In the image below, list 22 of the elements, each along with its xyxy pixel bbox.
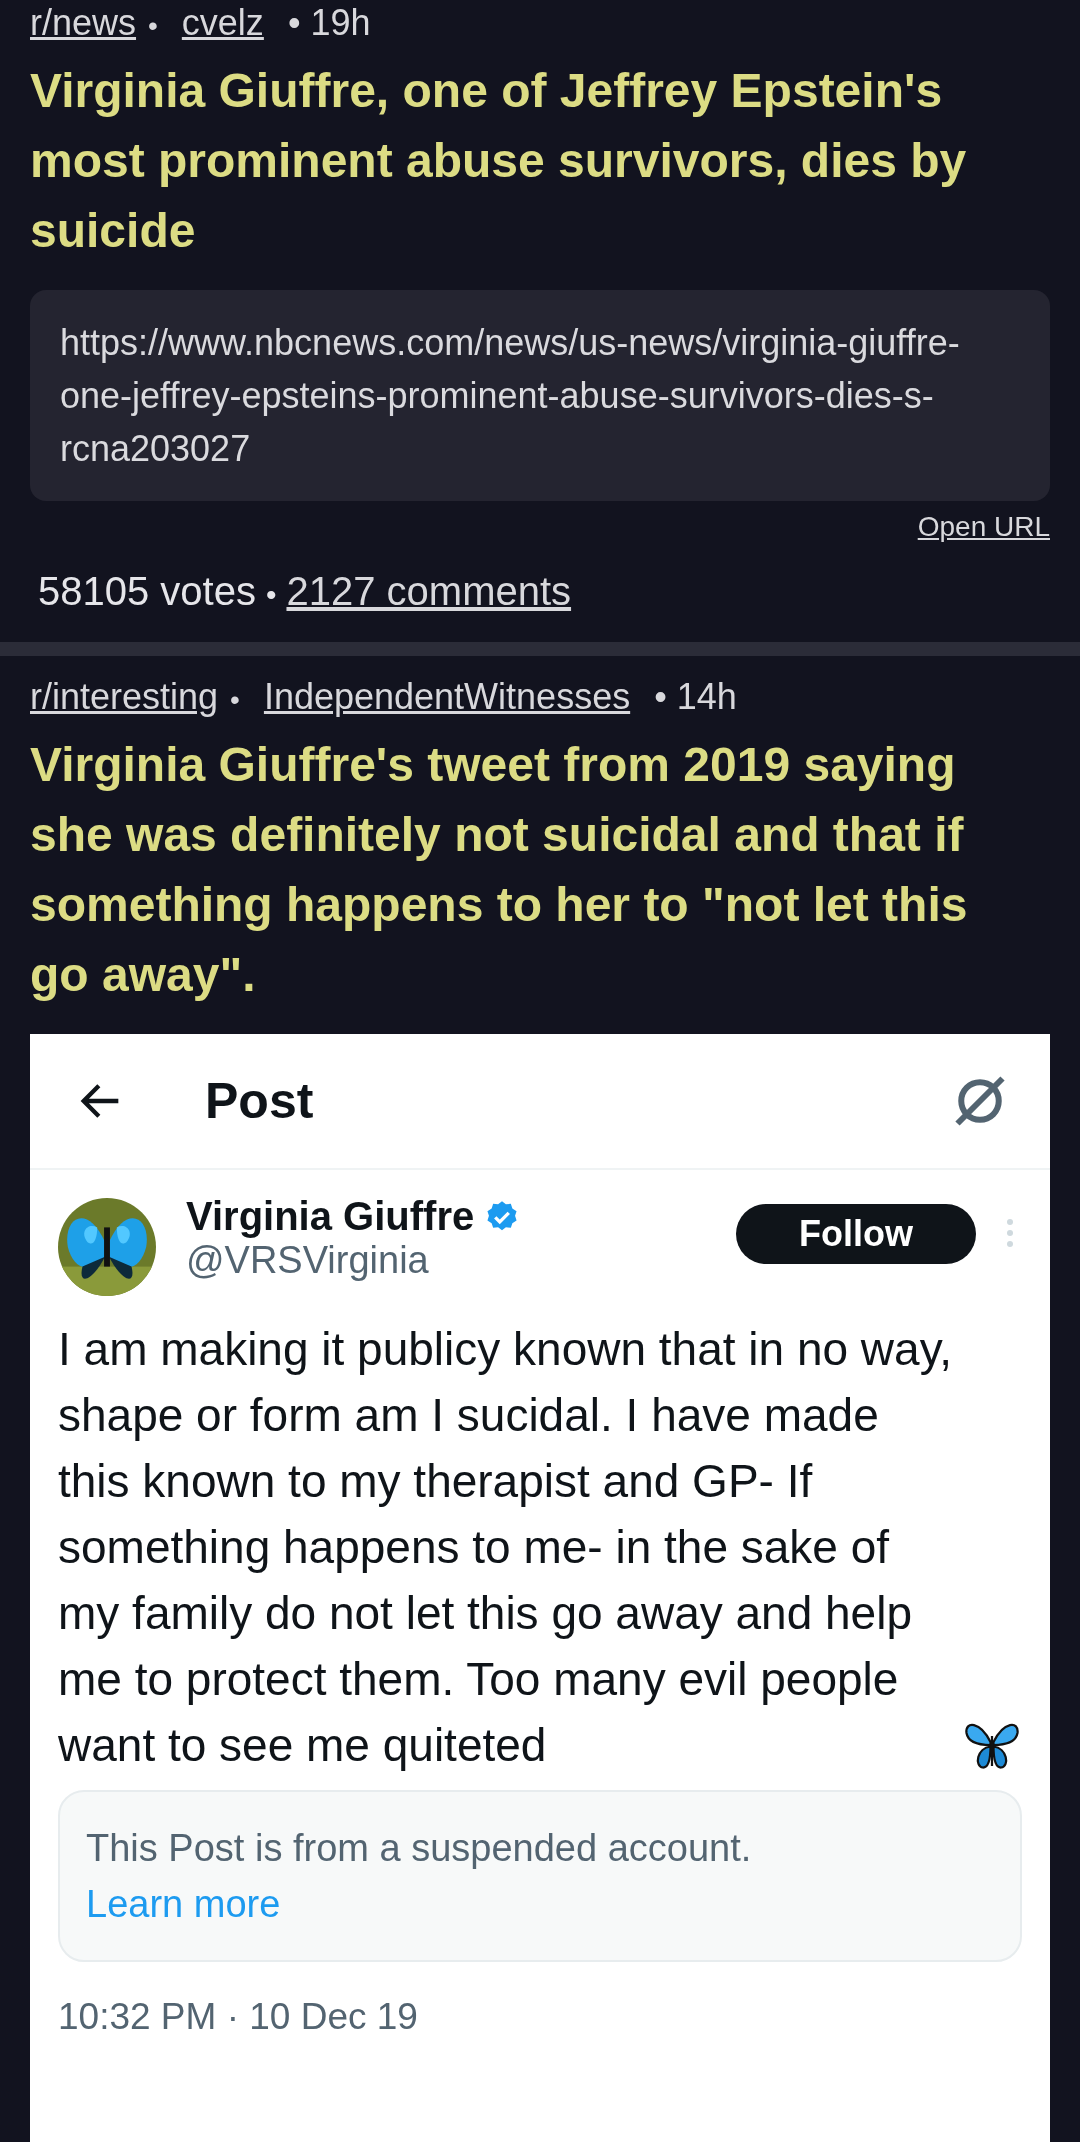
open-url-link[interactable]: Open URL bbox=[917, 511, 1050, 543]
tweet-text: I am making it publicy known that in no way, shape or form am I sucidal. I have made this known to my therapist and GP- If something happens to me- in the sake of my family do not let this go away and help me to protect them. Too many evil people want to see me quiteted bbox=[58, 1322, 953, 1773]
post-age: • 14h bbox=[654, 676, 737, 718]
account-name: Virginia Giuffre bbox=[186, 1194, 475, 1239]
separator-dot: • bbox=[148, 10, 158, 42]
subreddit-link[interactable]: r/interesting bbox=[30, 676, 219, 718]
follow-button[interactable]: Follow bbox=[736, 1204, 976, 1264]
separator-dot: • bbox=[230, 684, 240, 716]
post-title[interactable]: Virginia Giuffre, one of Jeffrey Epstein's most prominent abuse survivors, dies by suicide bbox=[30, 56, 1030, 266]
subreddit-link[interactable]: r/news bbox=[30, 2, 137, 44]
post-age: • 19h bbox=[287, 2, 371, 44]
separator-dot: • bbox=[265, 578, 277, 612]
suspended-notice: This Post is from a suspended account. bbox=[86, 1826, 753, 1871]
author-link[interactable]: cvelz bbox=[181, 2, 264, 44]
post-title[interactable]: Virginia Giuffre's tweet from 2019 saying she was definitely not suicidal and that if something happens to her to "not let this go away". bbox=[30, 730, 1030, 1010]
vote-count: 58105 votes bbox=[38, 569, 256, 614]
tweet-timestamp: 10:32 PM · 10 Dec 19 bbox=[58, 1996, 419, 2038]
account-handle: @VRSVirginia bbox=[186, 1239, 429, 1281]
url-preview[interactable]: https://www.nbcnews.com/news/us-news/virginia-giuffre-one-jeffrey-epsteins-prominent-abuse-survivors-dies-s-rcna203027 bbox=[30, 290, 1050, 501]
header-title: Post bbox=[205, 1072, 315, 1130]
comments-link[interactable]: 2127 comments bbox=[286, 569, 572, 614]
author-link[interactable]: IndependentWitnesses bbox=[263, 676, 631, 718]
